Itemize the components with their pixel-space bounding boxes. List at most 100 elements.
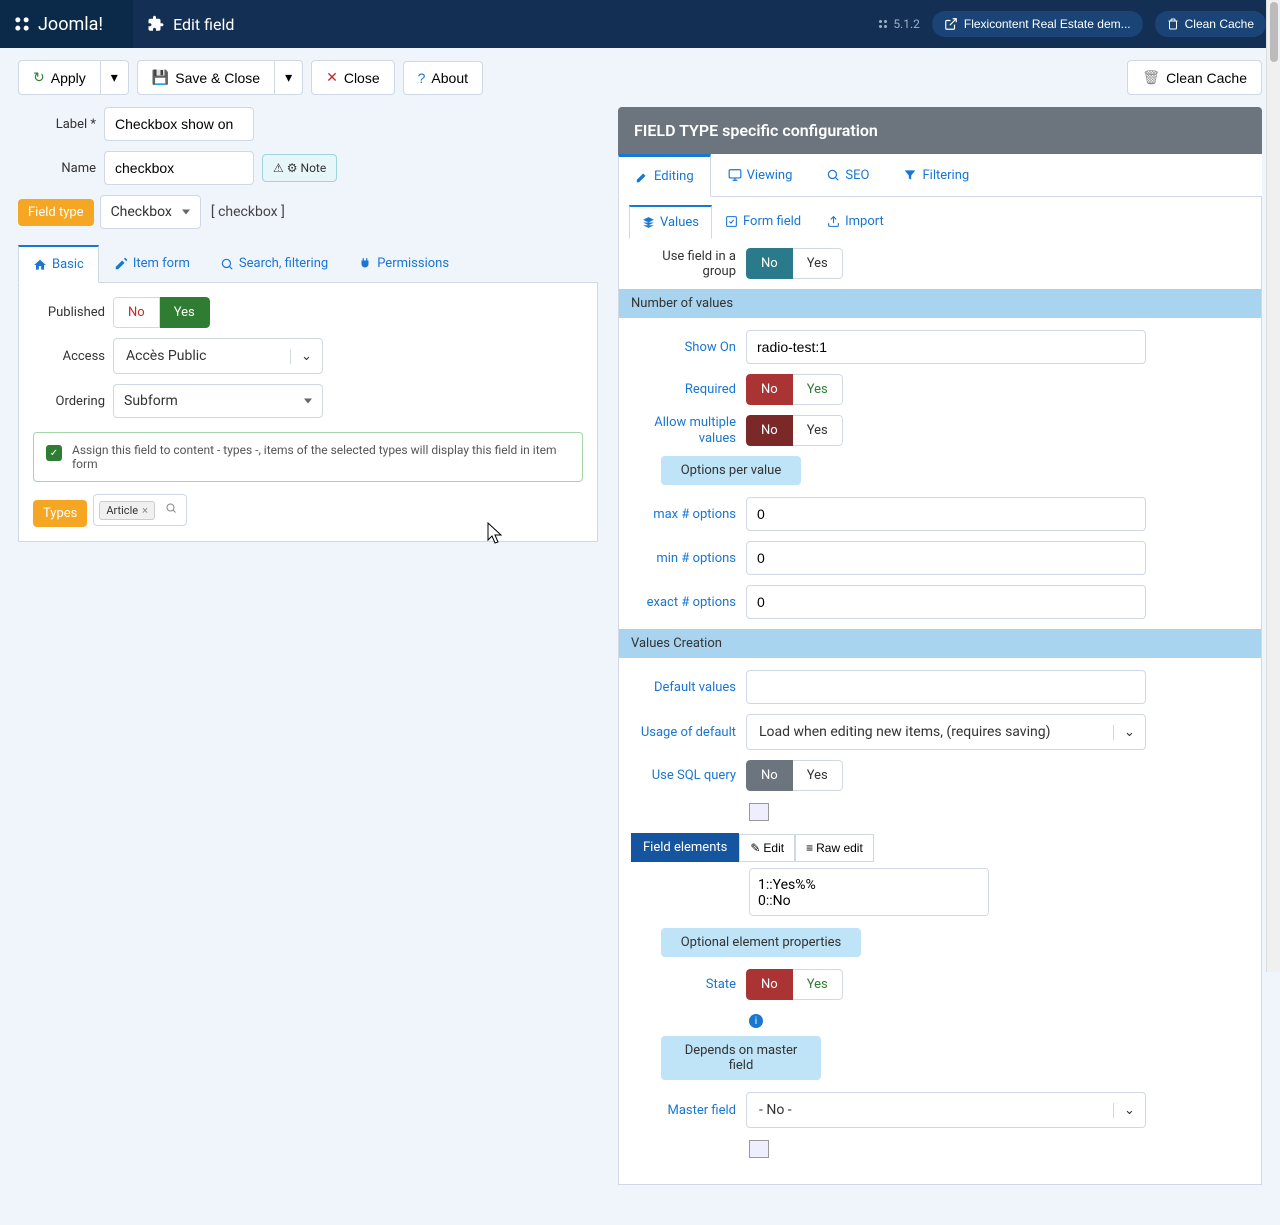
clean-cache-button[interactable]: 🗑Clean Cache <box>1127 60 1262 95</box>
gear-icon: ⚙ <box>287 161 298 175</box>
published-yes[interactable]: Yes <box>160 297 210 328</box>
edit-elements-button[interactable]: ✎Edit <box>739 834 795 862</box>
usage-default-select[interactable]: Load when editing new items, (requires s… <box>746 714 1146 750</box>
site-link-button[interactable]: Flexicontent Real Estate dem... <box>932 11 1143 37</box>
fieldtype-select[interactable]: Checkbox <box>100 195 201 229</box>
subtabs: Values Form field Import <box>619 197 1261 238</box>
elements-textarea[interactable]: 1::Yes%% 0::No <box>749 868 989 916</box>
plug-icon <box>358 257 372 271</box>
brand[interactable]: Joomla! <box>0 0 133 48</box>
allow-multi-yes[interactable]: Yes <box>793 415 843 446</box>
exact-opts-input[interactable] <box>746 585 1146 619</box>
search-icon <box>826 168 840 182</box>
raw-edit-button[interactable]: ≡Raw edit <box>795 834 874 862</box>
name-input[interactable] <box>104 151 254 185</box>
tab-item-form[interactable]: Item form <box>99 245 205 282</box>
sql-query-label: Use SQL query <box>631 768 746 783</box>
chip-search-icon[interactable] <box>161 500 181 520</box>
label-input[interactable] <box>104 107 254 141</box>
warning-icon: ⚠ <box>273 161 284 175</box>
info-icon[interactable]: i <box>749 1014 763 1028</box>
monitor-icon <box>728 168 742 182</box>
ordering-select[interactable]: Subform <box>113 384 323 418</box>
subtab-import[interactable]: Import <box>814 205 897 238</box>
label-label: Label * <box>18 117 104 132</box>
use-group-no[interactable]: No <box>746 248 793 279</box>
allow-multi-toggle: No Yes <box>746 415 843 446</box>
state-toggle: No Yes <box>746 969 843 1000</box>
edit-icon <box>114 257 128 271</box>
note-badge[interactable]: ⚠ ⚙ Note <box>262 154 337 182</box>
required-yes[interactable]: Yes <box>793 374 843 405</box>
apply-dropdown-button[interactable]: ▾ <box>101 60 129 95</box>
types-badge: Types <box>33 500 87 527</box>
subtab-values[interactable]: Values <box>629 205 712 239</box>
min-opts-input[interactable] <box>746 541 1146 575</box>
save-close-button[interactable]: 💾Save & Close <box>137 60 275 95</box>
chip-remove-icon[interactable]: × <box>142 504 148 517</box>
state-yes[interactable]: Yes <box>793 969 843 1000</box>
apply-button[interactable]: ↻Apply <box>18 60 101 95</box>
chevron-down-icon: ⌄ <box>290 349 322 364</box>
brand-text: Joomla! <box>38 14 103 35</box>
tab-filtering[interactable]: Filtering <box>886 154 986 196</box>
use-group-yes[interactable]: Yes <box>793 248 843 279</box>
tab-seo[interactable]: SEO <box>809 154 886 196</box>
required-no[interactable]: No <box>746 374 793 405</box>
subtab-form-field[interactable]: Form field <box>712 205 814 238</box>
sql-no[interactable]: No <box>746 760 793 791</box>
save-close-dropdown-button[interactable]: ▾ <box>275 60 303 95</box>
external-link-icon <box>944 17 958 31</box>
required-toggle: No Yes <box>746 374 843 405</box>
tab-basic[interactable]: Basic <box>18 245 99 283</box>
scrollbar-thumb[interactable] <box>1270 2 1278 62</box>
about-button[interactable]: ?About <box>403 61 483 95</box>
search-icon <box>220 257 234 271</box>
trash-icon <box>1167 18 1179 30</box>
home-icon <box>33 258 47 272</box>
clean-cache-top-button[interactable]: Clean Cache <box>1155 11 1266 37</box>
access-select[interactable]: Accès Public ⌄ <box>113 338 323 374</box>
section-depends-master: Depends on master field <box>661 1036 821 1080</box>
section-options-per-value: Options per value <box>661 456 801 485</box>
default-values-input[interactable] <box>746 670 1146 704</box>
fieldtype-code: [ checkbox ] <box>211 204 285 220</box>
show-on-input[interactable] <box>746 330 1146 364</box>
ordering-label: Ordering <box>33 394 113 409</box>
access-label: Access <box>33 349 113 364</box>
use-group-label: Use field in a group <box>631 249 746 279</box>
section-number-of-values: Number of values <box>619 289 1261 318</box>
tab-panel-basic: Published No Yes Access Accès Public ⌄ O… <box>18 283 598 542</box>
published-label: Published <box>33 305 113 320</box>
fieldtype-badge: Field type <box>18 199 94 226</box>
sql-yes[interactable]: Yes <box>793 760 843 791</box>
tab-permissions[interactable]: Permissions <box>343 245 464 282</box>
right-tabs: Editing Viewing SEO Filtering <box>618 154 1262 197</box>
types-chipbox[interactable]: Article × <box>93 494 187 526</box>
use-group-toggle: No Yes <box>746 248 843 279</box>
usage-default-label: Usage of default <box>631 725 746 740</box>
state-no[interactable]: No <box>746 969 793 1000</box>
show-on-label: Show On <box>631 340 746 355</box>
layers-icon <box>642 216 655 229</box>
upload-icon <box>827 215 840 228</box>
tab-editing[interactable]: Editing <box>618 154 711 197</box>
default-values-label: Default values <box>631 680 746 695</box>
published-toggle: No Yes <box>113 297 210 328</box>
types-info-box: ✓ Assign this field to content - types -… <box>33 432 583 482</box>
tab-search-filtering[interactable]: Search, filtering <box>205 245 343 282</box>
left-tabs: Basic Item form Search, filtering Permis… <box>18 245 598 283</box>
tab-viewing[interactable]: Viewing <box>711 154 810 196</box>
close-button[interactable]: ✕Close <box>311 60 395 95</box>
state-label: State <box>631 977 746 992</box>
master-help-icon[interactable] <box>749 1140 769 1158</box>
allow-multi-no[interactable]: No <box>746 415 793 446</box>
master-field-select[interactable]: - No - ⌄ <box>746 1092 1146 1128</box>
joomla-icon <box>12 14 32 34</box>
published-no[interactable]: No <box>113 297 160 328</box>
name-label: Name <box>18 161 104 176</box>
config-panel-header: FIELD TYPE specific configuration <box>618 107 1262 154</box>
max-opts-input[interactable] <box>746 497 1146 531</box>
sql-help-icon[interactable] <box>749 803 769 821</box>
scrollbar[interactable] <box>1266 0 1280 972</box>
